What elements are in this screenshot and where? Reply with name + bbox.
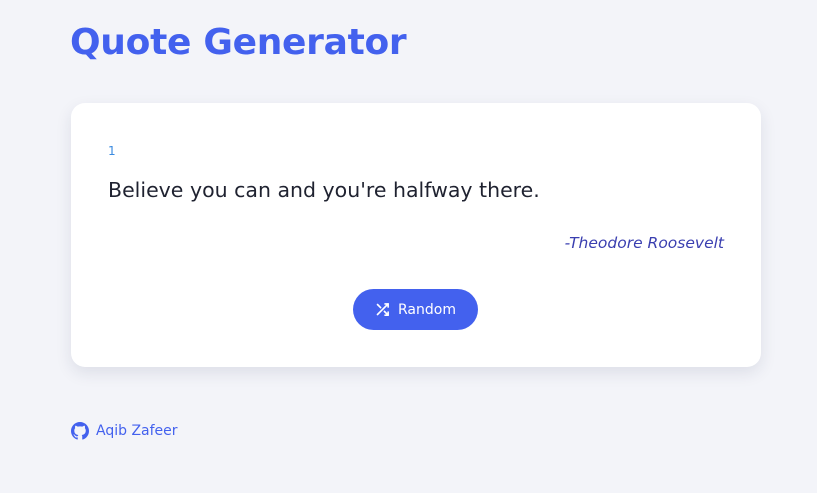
random-button-label: Random [398, 301, 456, 318]
quote-number: 1 [108, 144, 116, 158]
footer-author-name: Aqib Zafeer [96, 423, 178, 439]
github-profile-link[interactable]: Aqib Zafeer [71, 422, 178, 440]
quote-author: -Theodore Roosevelt [564, 234, 724, 252]
page-title: Quote Generator [70, 22, 407, 63]
random-button[interactable]: Random [353, 289, 478, 330]
shuffle-icon [375, 302, 390, 317]
quote-text: Believe you can and you're halfway there… [108, 178, 540, 202]
github-icon [71, 422, 89, 440]
quote-card: 1 Believe you can and you're halfway the… [71, 103, 761, 367]
